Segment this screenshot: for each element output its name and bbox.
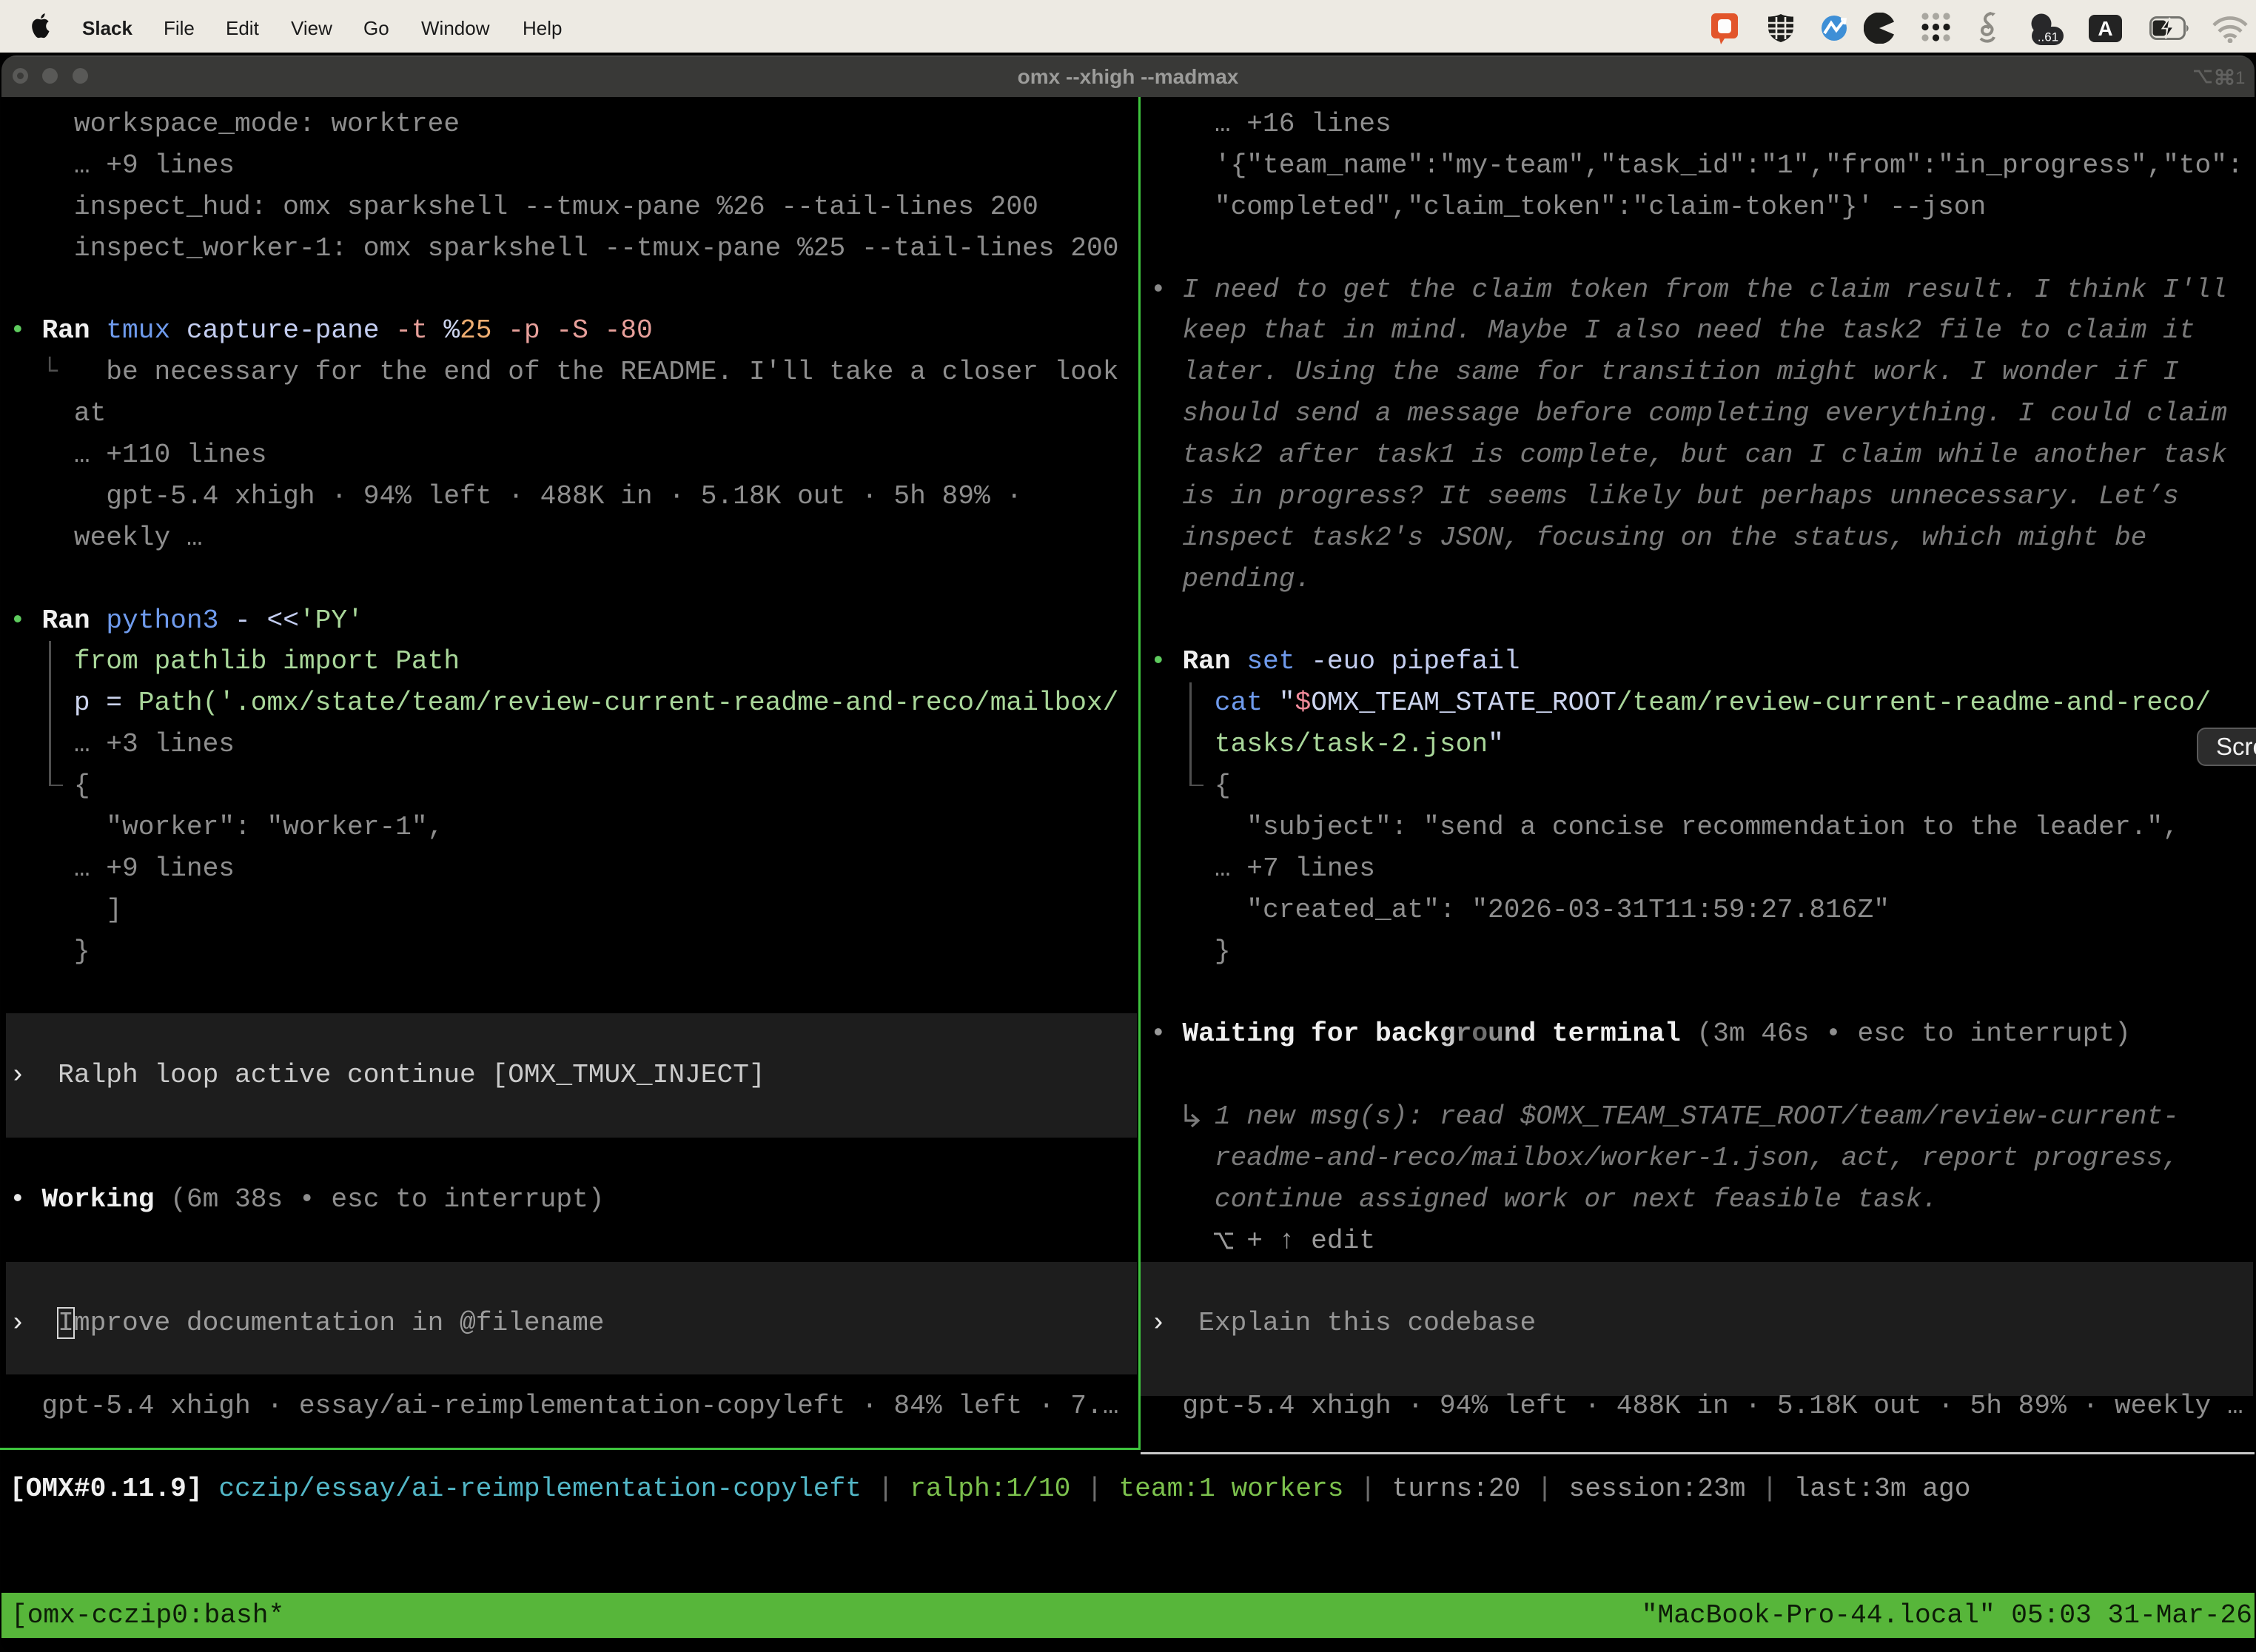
svg-text:1: 1 — [2235, 68, 2245, 86]
svg-text:..61: ..61 — [2038, 30, 2058, 44]
